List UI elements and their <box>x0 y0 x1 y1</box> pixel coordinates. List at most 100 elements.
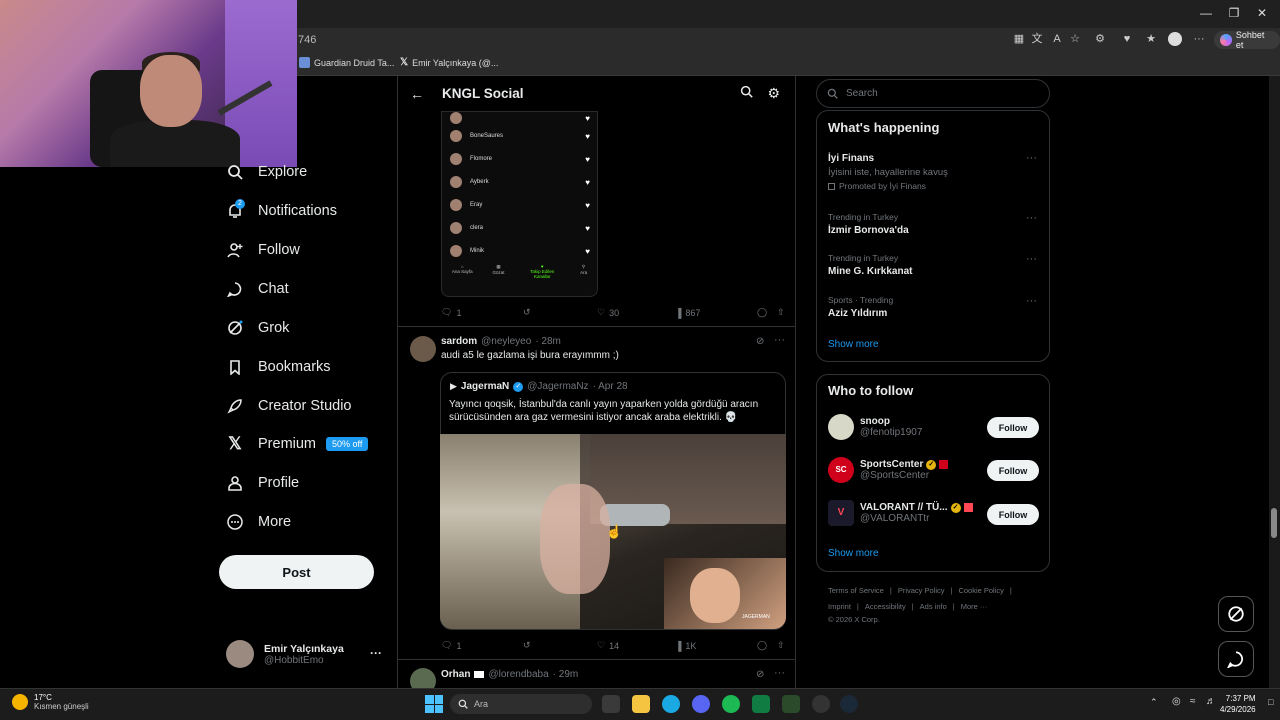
trend-item[interactable]: Trending in Turkey İzmir Bornova'da <box>828 212 909 236</box>
sidebar-item-chat[interactable]: Chat <box>226 280 289 298</box>
author-name[interactable]: Orhan <box>441 669 470 680</box>
account-switcher[interactable]: Emir Yalçınkaya @HobbitEmo <box>226 640 344 668</box>
footer-link[interactable]: Terms of Service <box>828 586 884 595</box>
bookmark-button[interactable]: ◯ <box>757 307 777 318</box>
back-arrow-icon[interactable]: ← <box>410 86 424 102</box>
copilot-chat-button[interactable]: Sohbet et <box>1214 30 1280 50</box>
volume-icon[interactable]: ♬ <box>1206 696 1216 707</box>
bookmark-button[interactable]: ◯ <box>757 640 777 651</box>
messages-fab-button[interactable] <box>1218 641 1254 677</box>
favorites-icon[interactable]: ★ <box>1144 32 1158 46</box>
repost-button[interactable]: ↺ <box>523 307 597 318</box>
more-options-icon[interactable]: ··· <box>774 667 785 679</box>
share-button[interactable]: ⇧ <box>777 640 785 651</box>
more-options-icon[interactable]: ··· <box>1026 212 1037 224</box>
follow-suggestion[interactable]: snoop @fenotip1907 <box>828 414 922 440</box>
profile-avatar-icon[interactable] <box>1168 32 1182 46</box>
search-input[interactable]: Search <box>816 79 1050 108</box>
post-time[interactable]: · 29m <box>553 669 579 680</box>
follow-suggestion[interactable]: V VALORANT // TÜ... ✓ @VALORANTtr <box>828 500 973 526</box>
share-button[interactable]: ⇧ <box>777 307 785 318</box>
sidebar-item-explore[interactable]: Explore <box>226 163 307 181</box>
settings-more-icon[interactable]: ··· <box>1192 32 1206 46</box>
trend-item[interactable]: İyi Finans İyisini iste, hayallerine kav… <box>828 153 1038 191</box>
footer-link[interactable]: Imprint <box>828 602 851 611</box>
trend-item[interactable]: Trending in Turkey Mine G. Kırkkanat <box>828 253 912 277</box>
author-name[interactable]: sardom <box>441 336 477 347</box>
wifi-icon[interactable]: ≈ <box>1190 696 1196 707</box>
extensions-icon[interactable]: ⚙ <box>1093 32 1107 46</box>
follow-button[interactable]: Follow <box>987 504 1039 525</box>
obs-icon[interactable] <box>812 695 830 713</box>
translate-icon[interactable]: 文 <box>1030 32 1044 46</box>
excel-icon[interactable] <box>752 695 770 713</box>
follow-suggestion[interactable]: SC SportsCenter ✓ @SportsCenter <box>828 457 949 483</box>
terminal-icon[interactable] <box>782 695 800 713</box>
sidebar-item-profile[interactable]: Profile <box>226 474 299 492</box>
account-menu-icon[interactable]: ··· <box>370 646 382 660</box>
taskbar-search-input[interactable]: Ara <box>450 694 592 714</box>
grok-icon[interactable]: ⊘ <box>756 669 764 680</box>
app-available-icon[interactable]: ▦ <box>1012 32 1026 46</box>
post-image-phone-screenshot[interactable]: ♥ BoneSaures ♥ Flomore ♥ Ayberk ♥ Eray ♥ cle… <box>441 111 598 297</box>
sidebar-item-follow[interactable]: Follow <box>226 241 300 259</box>
scrollbar-thumb[interactable] <box>1271 508 1277 538</box>
sidebar-item-creator-studio[interactable]: Creator Studio <box>226 397 352 415</box>
sidebar-item-grok[interactable]: Grok <box>226 319 289 337</box>
page-scrollbar[interactable] <box>1269 76 1280 688</box>
search-icon[interactable] <box>740 85 754 103</box>
read-aloud-icon[interactable]: A <box>1050 32 1064 46</box>
avatar[interactable] <box>410 668 436 688</box>
favorite-star-icon[interactable]: ☆ <box>1068 32 1082 46</box>
footer-link[interactable]: More ··· <box>961 602 988 611</box>
repost-button[interactable]: ↺ <box>523 640 597 651</box>
follow-button[interactable]: Follow <box>987 460 1039 481</box>
weather-widget[interactable]: 17°C Kısmen güneşli <box>12 693 89 711</box>
task-view-icon[interactable] <box>602 695 620 713</box>
more-options-icon[interactable]: ··· <box>1026 253 1037 265</box>
more-options-icon[interactable]: ··· <box>1026 295 1037 307</box>
sidebar-item-premium[interactable]: 𝕏 Premium 50% off <box>226 434 369 453</box>
steam-icon[interactable] <box>840 695 858 713</box>
post-button[interactable]: Post <box>219 555 374 589</box>
spotify-icon[interactable] <box>722 695 740 713</box>
browser-essentials-icon[interactable]: ♥ <box>1120 32 1134 46</box>
reply-button[interactable]: 🗨 1 <box>441 307 523 318</box>
edge-icon[interactable] <box>662 695 680 713</box>
more-options-icon[interactable]: ··· <box>774 334 785 346</box>
views-button[interactable]: ▐ 1K <box>675 641 757 651</box>
show-more-link[interactable]: Show more <box>828 548 879 559</box>
show-more-link[interactable]: Show more <box>828 339 879 350</box>
notification-center-icon[interactable]: □ <box>1268 697 1273 707</box>
footer-link[interactable]: Accessibility <box>865 602 906 611</box>
chevron-up-icon[interactable]: ⌃ <box>1150 697 1158 708</box>
grok-icon[interactable]: ⊘ <box>756 336 764 347</box>
trend-item[interactable]: Sports · Trending Aziz Yıldırım <box>828 295 893 319</box>
grok-fab-button[interactable] <box>1218 596 1254 632</box>
gear-icon[interactable]: ⚙ <box>767 85 780 102</box>
file-explorer-icon[interactable] <box>632 695 650 713</box>
footer-link[interactable]: Cookie Policy <box>958 586 1003 595</box>
minimize-icon[interactable]: — <box>1196 6 1216 20</box>
sidebar-item-more[interactable]: More <box>226 513 291 531</box>
url-text[interactable]: 746 <box>298 34 316 46</box>
discord-icon[interactable] <box>692 695 710 713</box>
post-time[interactable]: · 28m <box>535 336 561 347</box>
like-button[interactable]: ♡ 30 <box>597 307 675 318</box>
system-clock[interactable]: 7:37 PM 4/29/2026 <box>1220 693 1256 715</box>
sidebar-item-bookmarks[interactable]: Bookmarks <box>226 358 331 376</box>
restore-icon[interactable]: ❐ <box>1224 6 1244 20</box>
like-button[interactable]: ♡ 14 <box>597 640 675 651</box>
views-button[interactable]: ▐ 867 <box>675 308 757 318</box>
follow-button[interactable]: Follow <box>987 417 1039 438</box>
bookmark-emir-profile[interactable]: 𝕏 Emir Yalçınkaya (@... <box>400 57 498 68</box>
microphone-icon[interactable]: ◎ <box>1172 696 1181 707</box>
author-handle[interactable]: @neyleyeo <box>481 336 531 347</box>
reply-button[interactable]: 🗨 1 <box>441 640 523 651</box>
windows-start-icon[interactable] <box>425 695 443 713</box>
bookmark-guardian-druid[interactable]: Guardian Druid Ta... <box>299 57 394 68</box>
footer-link[interactable]: Ads info <box>920 602 947 611</box>
author-handle[interactable]: @lorendbaba <box>488 669 548 680</box>
footer-link[interactable]: Privacy Policy <box>898 586 945 595</box>
avatar[interactable] <box>410 336 436 362</box>
